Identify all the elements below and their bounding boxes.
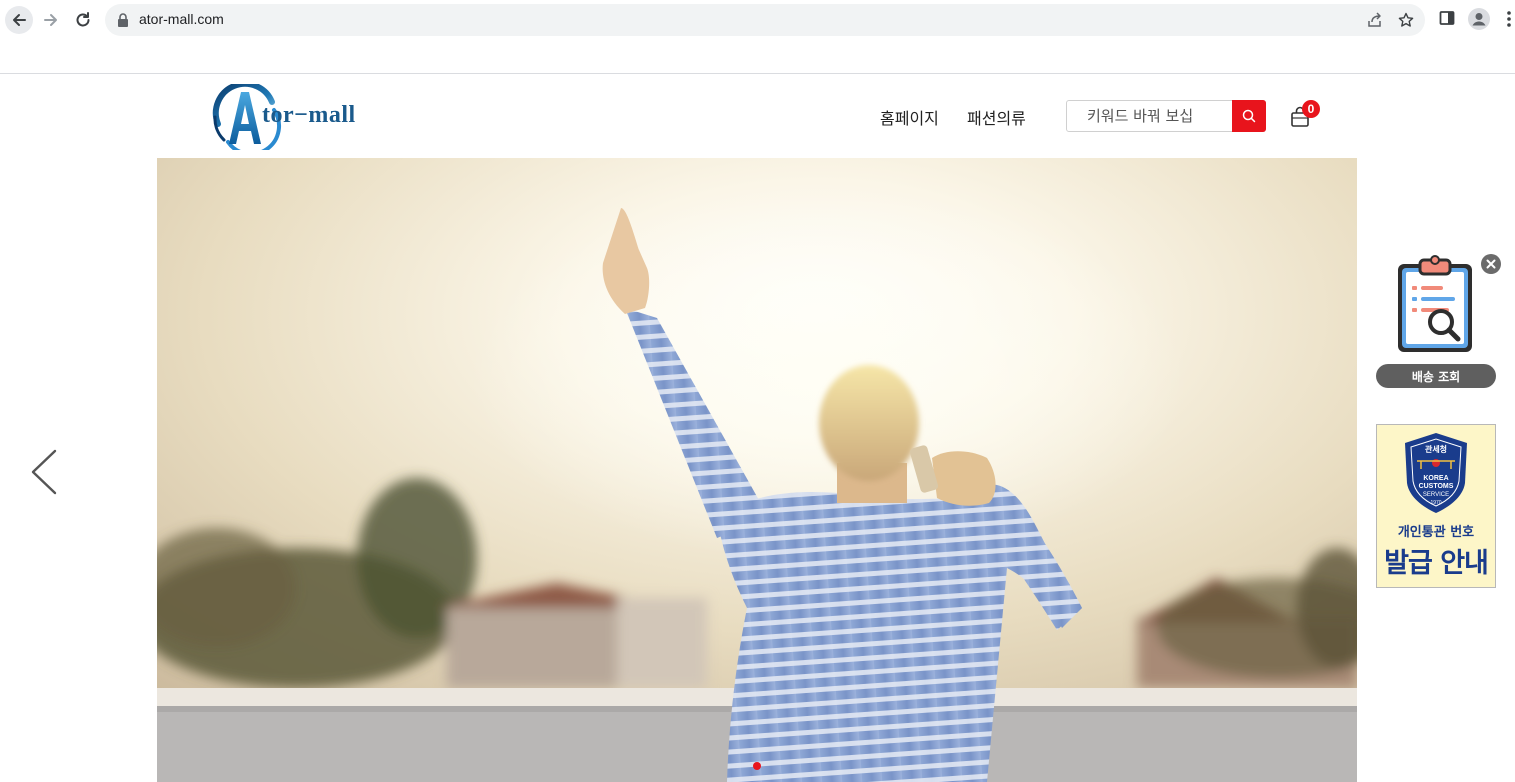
- cart-count-badge: 0: [1302, 100, 1320, 118]
- search-button[interactable]: [1232, 100, 1266, 132]
- customs-seal-customs-text: CUSTOMS: [1419, 483, 1454, 490]
- customs-banner-line2: 발급 안내: [1384, 548, 1489, 579]
- delivery-tracking-label[interactable]: 배송 조회: [1376, 364, 1496, 388]
- back-button[interactable]: [5, 6, 33, 34]
- arrow-left-icon: [13, 14, 26, 26]
- reload-button[interactable]: [69, 6, 97, 34]
- arrow-right-icon: [44, 14, 57, 26]
- address-bar[interactable]: ator-mall.com: [105, 4, 1425, 36]
- lock-icon: [118, 13, 128, 27]
- slider-dot-active[interactable]: [753, 762, 761, 770]
- hero-photo: [157, 158, 1357, 782]
- side-panel-icon[interactable]: [1439, 10, 1455, 26]
- customs-clearance-banner[interactable]: 관세청 KOREA CUSTOMS SERVICE 1970 개인통관 번호 발…: [1376, 424, 1496, 588]
- customs-seal-year-text: 1970: [1430, 500, 1441, 506]
- customs-banner-line1: 개인통관 번호: [1397, 525, 1475, 540]
- search-input[interactable]: [1067, 101, 1233, 131]
- bookmark-star-icon[interactable]: [1398, 12, 1414, 28]
- slider-prev-arrow-icon[interactable]: [28, 448, 60, 496]
- url-text[interactable]: ator-mall.com: [139, 11, 224, 27]
- share-icon[interactable]: [1367, 12, 1383, 28]
- nav-home[interactable]: 홈페이지: [880, 105, 939, 129]
- chrome-divider: [0, 73, 1515, 74]
- customs-seal-service-text: SERVICE: [1423, 492, 1449, 498]
- close-icon: [1486, 259, 1496, 269]
- hero-banner-image[interactable]: [157, 158, 1357, 782]
- more-menu-icon[interactable]: [1506, 10, 1512, 28]
- customs-seal-top-text: 관세청: [1425, 444, 1447, 454]
- korea-customs-emblem-icon: 관세청 KOREA CUSTOMS SERVICE 1970: [1405, 433, 1467, 513]
- search-icon: [1242, 109, 1256, 123]
- reload-icon: [76, 12, 90, 27]
- profile-avatar-icon[interactable]: [1468, 8, 1490, 30]
- forward-button[interactable]: [37, 6, 65, 34]
- logo-text: tor−mall: [262, 102, 356, 128]
- browser-toolbar: ator-mall.com: [0, 0, 1515, 40]
- delivery-close-button[interactable]: [1481, 254, 1501, 274]
- cart-button[interactable]: 0: [1290, 100, 1320, 128]
- customs-seal-korea-text: KOREA: [1423, 475, 1448, 482]
- search-box: [1066, 100, 1266, 132]
- site-logo[interactable]: tor−mall: [212, 84, 397, 150]
- nav-fashion[interactable]: 패션의류: [967, 105, 1026, 129]
